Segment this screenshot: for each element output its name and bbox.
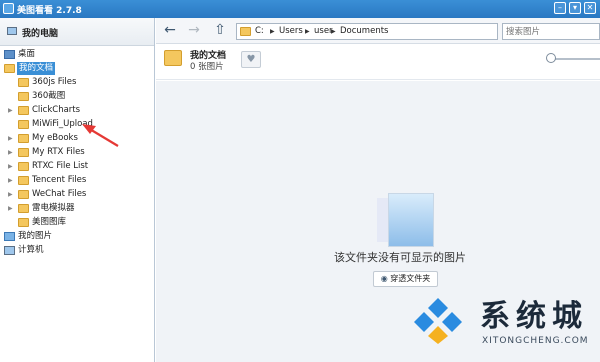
computer-icon <box>7 27 17 35</box>
tree-item-360-screenshots[interactable]: 360截图 <box>8 90 152 103</box>
folder-icon <box>18 190 29 199</box>
folder-icon <box>240 27 251 36</box>
tree-item-wechat-files[interactable]: ▶ WeChat Files <box>8 188 152 201</box>
address-bar[interactable]: C: ▶ Users ▶ user ▶ Documents <box>236 23 498 40</box>
title-bar: 美图看看 2.7.8 – ▾ ✕ <box>0 0 600 18</box>
browse-subfolders-label: 穿透文件夹 <box>390 274 431 283</box>
tree-item-computer[interactable]: 计算机 <box>4 244 152 257</box>
image-count: 0 张图片 <box>190 62 224 72</box>
back-arrow-icon[interactable]: ← <box>162 23 178 39</box>
tree-item-desktop[interactable]: 桌面 <box>4 48 152 61</box>
expand-arrow-icon[interactable]: ▶ <box>8 188 15 201</box>
tree-item-label: RTXC File List <box>32 161 89 171</box>
close-button[interactable]: ✕ <box>584 2 596 14</box>
tree-item-360js-files[interactable]: 360js Files <box>8 76 152 89</box>
tree-item-label: WeChat Files <box>32 189 87 199</box>
expand-arrow-icon[interactable]: ▶ <box>8 132 15 145</box>
breadcrumb-separator-icon: ▶ <box>305 28 310 35</box>
tree-item-label: 360js Files <box>32 77 77 87</box>
folder-icon <box>164 50 182 66</box>
expand-arrow-icon[interactable]: ▶ <box>8 202 15 215</box>
tree-item-label: MiWiFi_Upload <box>32 119 93 129</box>
folder-icon <box>4 64 15 73</box>
folder-icon <box>18 176 29 185</box>
tree-item-my-pictures[interactable]: 我的图片 <box>4 230 152 243</box>
browse-subfolders-button[interactable]: ◉ 穿透文件夹 <box>373 271 438 287</box>
computer-icon <box>4 246 15 255</box>
favorite-heart-icon[interactable]: ♥ <box>241 51 261 68</box>
tree-item-label: 计算机 <box>18 245 44 255</box>
minimize-button[interactable]: – <box>554 2 566 14</box>
tree-item-my-ebooks[interactable]: ▶ My eBooks <box>8 132 152 145</box>
tree-item-tencent-files[interactable]: ▶ Tencent Files <box>8 174 152 187</box>
tree-item-miwifi-upload[interactable]: MiWiFi_Upload <box>8 118 152 131</box>
folder-icon <box>18 106 29 115</box>
folder-icon <box>18 120 29 129</box>
folder-icon <box>18 78 29 87</box>
breadcrumb-separator-icon: ▶ <box>331 28 336 35</box>
watermark-text: 系统城 <box>480 299 588 334</box>
eye-icon: ◉ <box>380 274 388 283</box>
folder-icon <box>18 148 29 157</box>
folder-icon <box>18 92 29 101</box>
expand-arrow-icon[interactable]: ▶ <box>8 160 15 173</box>
breadcrumb-separator-icon: ▶ <box>270 28 275 35</box>
tree-item-label: ClickCharts <box>32 105 81 115</box>
tree-item-my-documents[interactable]: 我的文档 <box>4 62 152 75</box>
tree-item-clickcharts[interactable]: ▶ ClickCharts <box>8 104 152 117</box>
folder-icon <box>18 162 29 171</box>
zoom-slider-handle[interactable] <box>546 53 556 63</box>
watermark-logo-icon <box>414 298 462 344</box>
empty-image-icon <box>388 193 434 247</box>
folder-info-bar: 我的文档 0 张图片 ♥ <box>156 44 600 80</box>
search-box[interactable] <box>502 23 600 40</box>
forward-arrow-icon[interactable]: → <box>186 23 202 39</box>
tree-item-label: Tencent Files <box>32 175 87 185</box>
window-title: 美图看看 2.7.8 <box>17 6 82 16</box>
folder-icon <box>18 204 29 213</box>
up-folder-icon[interactable]: ⇧ <box>212 23 228 39</box>
tree-item-label: 雷电模拟器 <box>32 203 75 213</box>
folder-icon <box>18 218 29 227</box>
empty-folder-message: 该文件夹没有可显示的图片 <box>334 251 466 264</box>
tree-item-label: 我的图片 <box>18 231 53 241</box>
folder-icon <box>18 134 29 143</box>
tree-item-label: 我的文档 <box>17 62 56 75</box>
pictures-icon <box>4 232 15 241</box>
tree-item-label: 360截图 <box>32 91 66 101</box>
tree-item-my-rtx-files[interactable]: ▶ My RTX Files <box>8 146 152 159</box>
tree-item-meitu-gallery[interactable]: 美图图库 <box>8 216 152 229</box>
restore-button[interactable]: ▾ <box>569 2 581 14</box>
expand-arrow-icon[interactable]: ▶ <box>8 174 15 187</box>
sidebar-header[interactable]: 我的电脑 <box>0 18 154 46</box>
desktop-icon <box>4 50 15 59</box>
search-input[interactable] <box>506 25 596 38</box>
expand-arrow-icon[interactable]: ▶ <box>8 146 15 159</box>
tree-item-label: My RTX Files <box>32 147 85 157</box>
breadcrumb-drive[interactable]: C: <box>255 26 264 36</box>
navigation-toolbar: ← → ⇧ C: ▶ Users ▶ user ▶ Documents <box>156 18 600 44</box>
tree-item-rtxc-file-list[interactable]: ▶ RTXC File List <box>8 160 152 173</box>
breadcrumb-users[interactable]: Users <box>279 26 303 36</box>
folder-tree-sidebar: 我的电脑 桌面 我的文档 360js Files 360截图 ▶ ClickCh… <box>0 18 155 362</box>
tree-item-ldplayer[interactable]: ▶ 雷电模拟器 <box>8 202 152 215</box>
app-icon <box>3 3 14 14</box>
watermark-subtext: XITONGCHENG.COM <box>482 336 589 346</box>
tree-item-label: My eBooks <box>32 133 78 143</box>
tree-item-label: 桌面 <box>18 49 36 59</box>
sidebar-header-label: 我的电脑 <box>22 29 59 39</box>
breadcrumb-documents[interactable]: Documents <box>340 26 388 36</box>
expand-arrow-icon[interactable]: ▶ <box>8 104 15 117</box>
tree-item-label: 美图图库 <box>32 217 67 227</box>
breadcrumb-user[interactable]: user <box>314 26 333 36</box>
